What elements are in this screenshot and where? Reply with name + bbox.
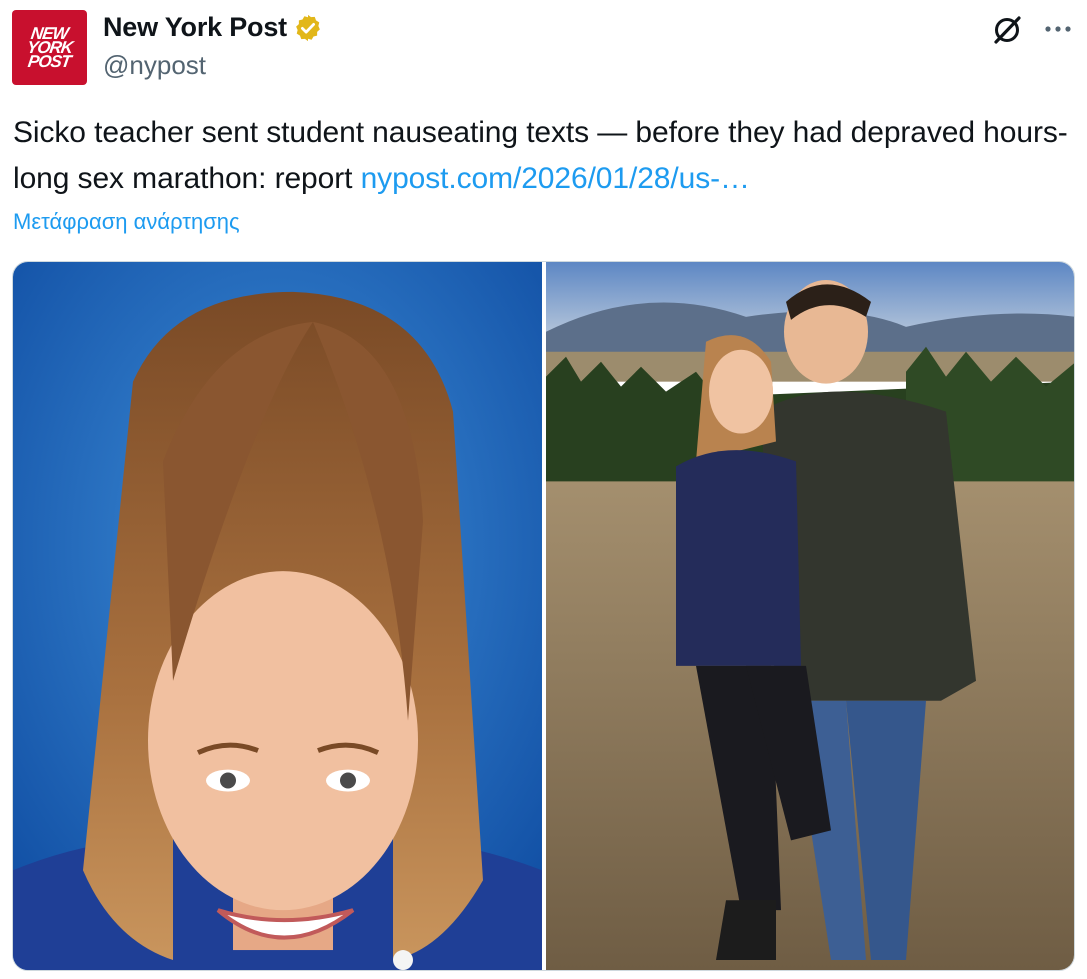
tweet-text: Sicko teacher sent student nauseating te… [13, 110, 1083, 202]
translate-post-link[interactable]: Μετάφραση ανάρτησης [13, 209, 240, 235]
media-grid [12, 261, 1075, 971]
avatar[interactable]: NEW YORK POST [12, 10, 87, 85]
grok-icon[interactable] [990, 13, 1024, 47]
verified-badge-icon[interactable] [293, 13, 323, 43]
tweet-link[interactable]: nypost.com/2026/01/28/us-… [361, 162, 750, 195]
couple-image [546, 262, 1074, 970]
author-display-name[interactable]: New York Post [103, 12, 287, 43]
more-horizontal-icon[interactable] [1040, 14, 1076, 44]
author-name-row: New York Post [103, 12, 323, 43]
portrait-image [13, 262, 542, 970]
avatar-logo-line-3: POST [27, 51, 73, 71]
photo-portrait[interactable] [13, 262, 542, 970]
author-handle[interactable]: @nypost [103, 50, 206, 81]
photo-couple[interactable] [546, 262, 1074, 970]
